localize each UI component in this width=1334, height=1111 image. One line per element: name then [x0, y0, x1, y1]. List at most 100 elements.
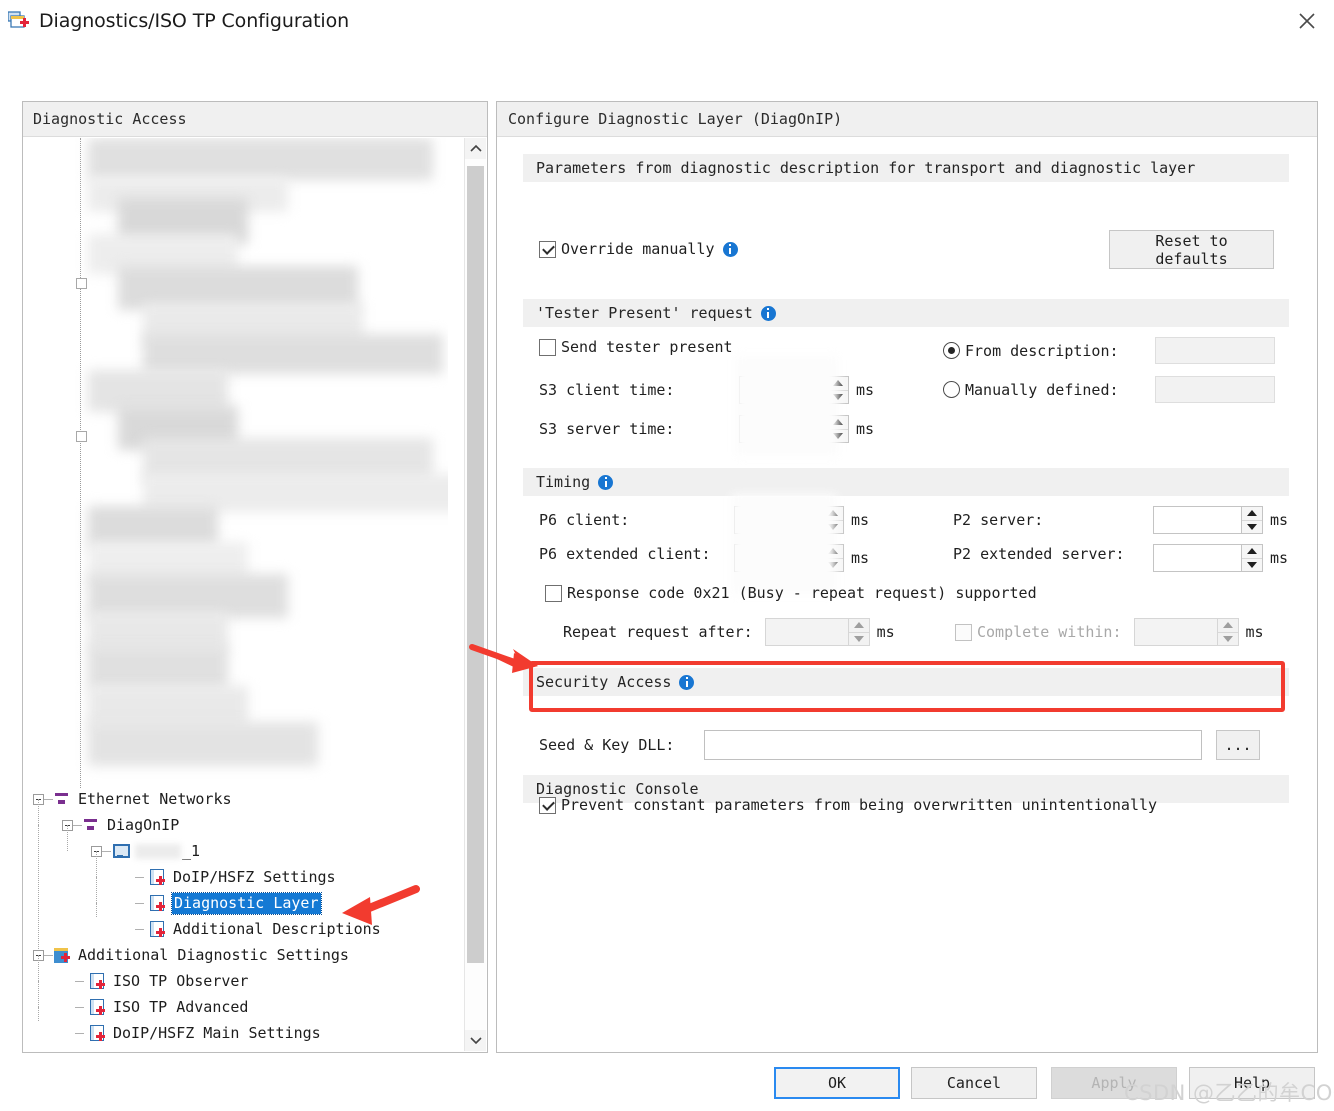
scroll-down-icon[interactable]	[465, 1030, 486, 1051]
override-manually-row[interactable]: Override manually	[539, 240, 738, 258]
send-tester-present-row[interactable]: Send tester present	[539, 338, 733, 356]
manually-defined-label: Manually defined:	[965, 380, 1119, 399]
tree-item-ecu[interactable]: _1	[23, 825, 487, 957]
repeat-request-input[interactable]	[764, 618, 848, 646]
from-description-input[interactable]	[1155, 337, 1275, 364]
tree-item-doip-hsfz-main-settings[interactable]: DoIP/HSFZ Main Settings	[23, 1007, 487, 1046]
tree-item-additional-diagnostic-settings[interactable]: Additional Diagnostic Settings	[23, 942, 487, 968]
p2-server-row: P2 server: ms	[953, 506, 1288, 534]
p2-extended-server-unit: ms	[1270, 549, 1289, 567]
p2-server-label: P2 server:	[953, 511, 1044, 529]
folder-add-icon	[53, 947, 71, 963]
override-manually-label: Override manually	[561, 240, 715, 258]
tree-item-diagnostic-layer[interactable]: Diagnostic Layer	[23, 877, 487, 916]
ok-button[interactable]: OK	[774, 1067, 900, 1099]
tree-item-diagonip[interactable]: DiagOnIP	[23, 799, 487, 838]
seed-key-dll-input[interactable]	[704, 730, 1202, 760]
manually-defined-row[interactable]: Manually defined:	[943, 376, 1275, 403]
manually-defined-radio[interactable]	[943, 381, 960, 398]
tree-item-iso-tp-observer[interactable]: ISO TP Observer	[23, 955, 487, 994]
scrollbar-thumb[interactable]	[467, 166, 484, 963]
p2-server-unit: ms	[1270, 511, 1289, 529]
override-manually-checkbox[interactable]	[539, 240, 556, 258]
prevent-constant-params-checkbox[interactable]	[539, 796, 556, 814]
repeat-request-row: Repeat request after: ms	[563, 618, 895, 646]
document-add-icon	[88, 999, 106, 1015]
window-title-bar: Diagnostics/ISO TP Configuration	[0, 0, 1334, 41]
diagnostic-access-header: Diagnostic Access	[23, 102, 487, 137]
dialog-footer: OK Cancel Apply Help	[0, 1059, 1334, 1111]
configure-panel-content: Parameters from diagnostic description f…	[497, 138, 1317, 1052]
reset-to-defaults-button[interactable]: Reset to defaults	[1109, 230, 1274, 269]
security-access-section-title: Security Access	[523, 668, 1289, 696]
info-icon[interactable]	[598, 474, 614, 490]
tree-item-label: Additional Descriptions	[173, 920, 381, 938]
tree-item-label: _1	[182, 842, 201, 860]
prevent-constant-params-label: Prevent constant parameters from being o…	[561, 796, 1158, 814]
complete-within-input[interactable]	[1133, 618, 1217, 646]
diagnostic-access-tree[interactable]: Ethernet Networks DiagOnIP _1 DoIP/HSFZ …	[23, 138, 487, 1052]
cancel-button[interactable]: Cancel	[911, 1067, 1037, 1099]
p6-extended-client-label: P6 extended client:	[539, 545, 711, 563]
manually-defined-input[interactable]	[1155, 376, 1275, 403]
repeat-request-label: Repeat request after:	[563, 623, 753, 641]
apply-button: Apply	[1051, 1067, 1177, 1099]
complete-within-label: Complete within:	[977, 623, 1122, 641]
tree-item-label: DoIP/HSFZ Settings	[173, 868, 336, 886]
p2-extended-server-spinner[interactable]	[1153, 544, 1263, 572]
prevent-constant-params-row[interactable]: Prevent constant parameters from being o…	[539, 796, 1157, 814]
complete-within-spinner[interactable]	[1133, 618, 1239, 646]
scroll-up-icon[interactable]	[465, 138, 486, 159]
network-icon	[82, 817, 100, 833]
tree-item-ethernet-networks[interactable]: Ethernet Networks	[23, 786, 487, 812]
complete-within-unit: ms	[1245, 623, 1264, 641]
spin-down-icon[interactable]	[849, 633, 869, 646]
send-tester-present-checkbox[interactable]	[539, 338, 556, 356]
s3-server-time-unit: ms	[856, 420, 875, 438]
p2-extended-server-input[interactable]	[1153, 544, 1241, 572]
window-title: Diagnostics/ISO TP Configuration	[39, 9, 350, 32]
info-icon[interactable]	[760, 305, 776, 321]
p2-extended-server-label: P2 extended server:	[953, 545, 1125, 563]
seed-key-dll-row: Seed & Key DLL: ...	[539, 730, 1260, 760]
response-code-label: Response code 0x21 (Busy - repeat reques…	[567, 584, 1037, 602]
tree-item-doip-hsfz-settings[interactable]: DoIP/HSFZ Settings	[23, 851, 487, 890]
complete-within-row[interactable]: Complete within: ms	[955, 618, 1264, 646]
redacted-tree-region	[63, 138, 448, 788]
send-tester-present-label: Send tester present	[561, 338, 733, 356]
seed-key-dll-browse-button[interactable]: ...	[1216, 730, 1260, 760]
p2-server-spinner[interactable]	[1153, 506, 1263, 534]
repeat-request-spinner[interactable]	[764, 618, 870, 646]
spin-down-icon[interactable]	[1218, 633, 1238, 646]
tree-scrollbar[interactable]	[464, 138, 486, 1051]
info-icon[interactable]	[679, 674, 695, 690]
spin-up-icon[interactable]	[1217, 619, 1238, 633]
p2-extended-server-row: P2 extended server: ms	[953, 544, 1288, 572]
from-description-row[interactable]: From description:	[943, 337, 1275, 364]
spin-up-icon[interactable]	[1242, 545, 1262, 559]
close-icon[interactable]	[1280, 0, 1334, 41]
tree-item-iso-tp-advanced[interactable]: ISO TP Advanced	[23, 981, 487, 1020]
spin-down-icon[interactable]	[1242, 521, 1262, 534]
document-add-icon	[148, 869, 166, 885]
complete-within-checkbox[interactable]	[955, 623, 972, 641]
tree-item-additional-descriptions[interactable]: Additional Descriptions	[23, 903, 487, 942]
diagnostics-config-icon	[7, 10, 30, 31]
response-code-checkbox[interactable]	[545, 584, 562, 602]
tester-present-section: 'Tester Present' request	[523, 299, 1289, 327]
tree-item-label: Ethernet Networks	[78, 790, 232, 808]
repeat-request-unit: ms	[876, 623, 895, 641]
spin-up-icon[interactable]	[1242, 507, 1262, 521]
spin-up-icon[interactable]	[848, 619, 869, 633]
response-code-row[interactable]: Response code 0x21 (Busy - repeat reques…	[545, 584, 1037, 602]
spin-down-icon[interactable]	[1242, 559, 1262, 572]
p6-client-unit: ms	[851, 511, 870, 529]
info-icon[interactable]	[722, 241, 738, 257]
help-button[interactable]: Help	[1189, 1067, 1315, 1099]
reset-button-line1: Reset to	[1155, 231, 1228, 250]
dialog-body: Diagnostic Access Ethernet Networks Diag…	[0, 41, 1334, 1105]
p2-server-input[interactable]	[1153, 506, 1241, 534]
tree-visible-rows[interactable]: Ethernet Networks DiagOnIP _1 DoIP/HSFZ …	[23, 786, 487, 1046]
network-icon	[53, 791, 71, 807]
from-description-radio[interactable]	[943, 342, 960, 359]
